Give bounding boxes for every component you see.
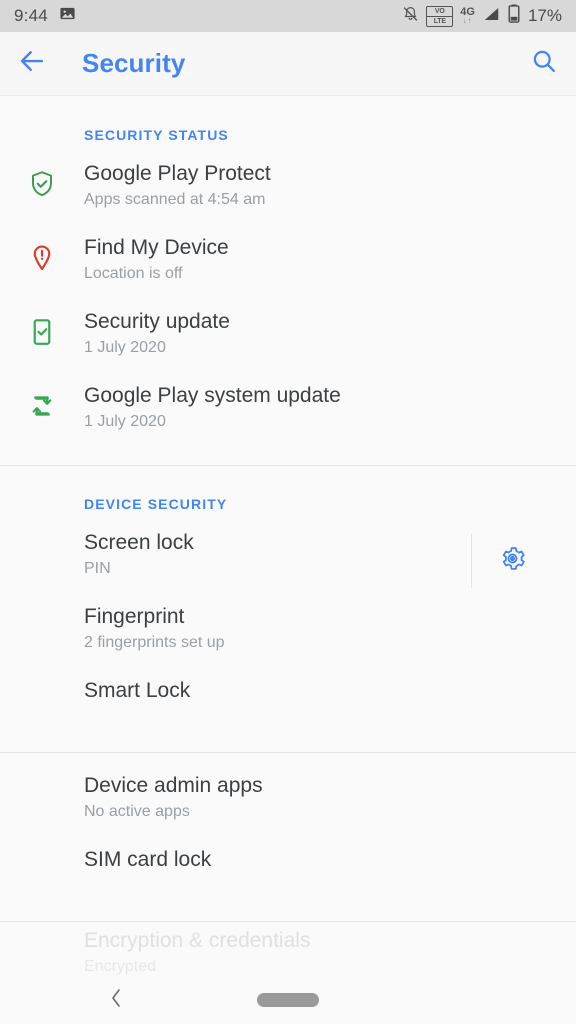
list-item-text: Security update 1 July 2020 (84, 303, 552, 358)
list-item-google-play-protect[interactable]: Google Play Protect Apps scanned at 4:54… (0, 155, 576, 229)
screen-lock-settings-button[interactable] (471, 534, 552, 588)
list-item-subtitle: Apps scanned at 4:54 am (84, 191, 266, 209)
signal-bars-icon (482, 5, 501, 28)
phone-screen: 9:44 VO LTE 4G ↓↑ 17% Security SECURITY … (0, 0, 576, 1024)
status-time: 9:44 (14, 6, 48, 25)
list-item-title: SIM card lock (84, 848, 212, 871)
chevron-left-icon[interactable] (108, 986, 124, 1014)
list-item-encryption-and-credentials[interactable]: Encryption & credentials Encrypted (0, 922, 576, 996)
list-item-text: Google Play Protect Apps scanned at 4:54… (84, 155, 552, 210)
section-header-device-security: DEVICE SECURITY (84, 496, 228, 512)
page-title: Security (82, 48, 186, 78)
list-item-text: Fingerprint 2 fingerprints set up (0, 598, 552, 653)
system-update-sync-icon (0, 377, 84, 421)
list-item-title: Fingerprint (84, 605, 185, 628)
list-item-screen-lock[interactable]: Screen lock PIN (0, 524, 576, 598)
list-item-subtitle: 1 July 2020 (84, 413, 166, 431)
battery-percent-label: 17% (527, 6, 562, 25)
list-item-smart-lock[interactable]: Smart Lock (0, 672, 576, 746)
list-item-title: Screen lock (84, 531, 194, 554)
list-item-title: Find My Device (84, 236, 229, 259)
volte-icon: VO LTE (426, 5, 454, 27)
volte-bottom-label: LTE (427, 15, 453, 25)
list-item-title: Security update (84, 310, 230, 333)
list-item-text: Device admin apps No active apps (0, 767, 552, 822)
list-item-title: Encryption & credentials (84, 929, 311, 952)
status-bar-left: 9:44 (14, 5, 76, 27)
network-type-icon: 4G ↓↑ (460, 7, 475, 25)
bell-off-icon (402, 5, 419, 28)
shield-check-icon (0, 155, 84, 199)
list-item-text: Smart Lock (0, 672, 552, 704)
list-item-subtitle: No active apps (84, 803, 190, 821)
list-item-google-play-system-update[interactable]: Google Play system update 1 July 2020 (0, 377, 576, 451)
image-icon (59, 5, 76, 27)
search-icon (530, 47, 558, 80)
list-item-device-admin-apps[interactable]: Device admin apps No active apps (0, 767, 576, 841)
back-button[interactable] (0, 32, 64, 96)
list-item-subtitle: PIN (84, 560, 111, 578)
arrow-left-icon (17, 46, 47, 81)
list-item-sim-card-lock[interactable]: SIM card lock (0, 841, 576, 915)
data-arrows-label: ↓↑ (462, 16, 473, 25)
list-item-text: Find My Device Location is off (84, 229, 552, 284)
section-header-security-status: SECURITY STATUS (84, 127, 229, 143)
list-item-subtitle: 1 July 2020 (84, 339, 166, 357)
list-item-subtitle: Encrypted (84, 958, 157, 976)
list-item-text: SIM card lock (0, 841, 552, 873)
list-item-security-update[interactable]: Security update 1 July 2020 (0, 303, 576, 377)
list-item-title: Google Play Protect (84, 162, 271, 185)
list-item-text: Google Play system update 1 July 2020 (84, 377, 552, 432)
phone-check-icon (0, 303, 84, 347)
list-item-subtitle: 2 fingerprints set up (84, 634, 225, 652)
search-button[interactable] (512, 32, 576, 96)
list-item-find-my-device[interactable]: Find My Device Location is off (0, 229, 576, 303)
home-gesture-pill[interactable] (257, 993, 319, 1007)
list-item-title: Google Play system update (84, 384, 341, 407)
battery-icon (508, 4, 520, 28)
app-bar: Security (0, 32, 576, 96)
list-item-fingerprint[interactable]: Fingerprint 2 fingerprints set up (0, 598, 576, 672)
list-item-title: Smart Lock (84, 679, 191, 702)
list-item-subtitle: Location is off (84, 265, 183, 283)
list-item-text: Screen lock PIN (0, 524, 471, 579)
settings-list[interactable]: SECURITY STATUS Google Play Protect Apps… (0, 97, 576, 1024)
list-item-text: Encryption & credentials Encrypted (0, 922, 552, 977)
status-bar-right: VO LTE 4G ↓↑ 17% (402, 4, 562, 28)
list-item-title: Device admin apps (84, 774, 263, 797)
location-pin-alert-icon (0, 229, 84, 273)
status-bar: 9:44 VO LTE 4G ↓↑ 17% (0, 0, 576, 32)
gear-icon (499, 545, 526, 577)
volte-top-label: VO (434, 7, 445, 15)
